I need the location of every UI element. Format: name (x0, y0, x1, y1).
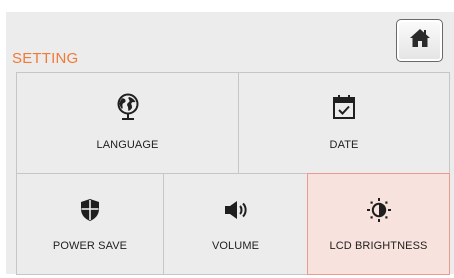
date-label: DATE (329, 139, 359, 151)
home-icon (409, 28, 431, 53)
shield-icon (80, 195, 100, 225)
volume-tile[interactable]: VOLUME (163, 173, 308, 275)
language-tile[interactable]: LANGUAGE (16, 72, 239, 174)
date-tile[interactable]: DATE (238, 72, 450, 174)
power-save-tile[interactable]: POWER SAVE (16, 173, 164, 275)
speaker-icon (223, 195, 249, 225)
power-save-label: POWER SAVE (52, 240, 128, 252)
volume-label: VOLUME (211, 240, 260, 252)
lcd-brightness-label: LCD BRIGHTNESS (329, 240, 428, 252)
lcd-brightness-tile[interactable]: LCD BRIGHTNESS (307, 173, 450, 275)
language-label: LANGUAGE (96, 139, 159, 151)
page-title: SETTING (12, 50, 79, 67)
brightness-icon (366, 195, 392, 225)
home-button[interactable] (396, 19, 443, 62)
calendar-check-icon (332, 92, 356, 122)
globe-icon (115, 92, 141, 122)
